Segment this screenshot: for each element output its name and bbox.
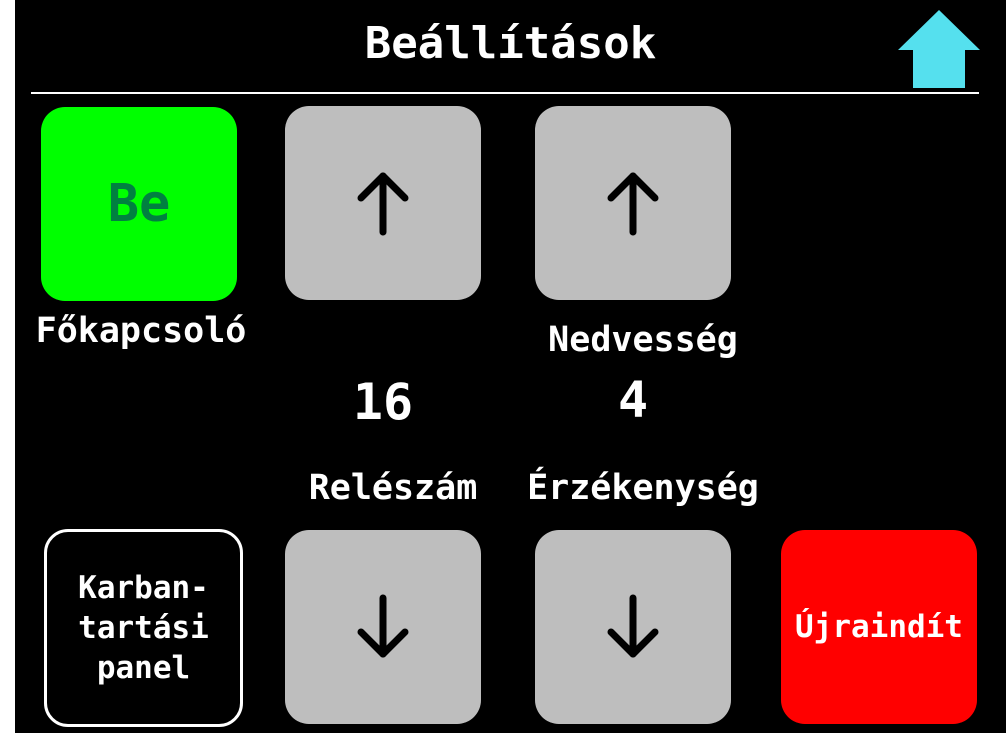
sensitivity-label: Érzékenység — [527, 468, 759, 508]
maintenance-panel-label: Karban- tartási panel — [78, 570, 209, 686]
restart-button[interactable]: Újraindít — [781, 530, 977, 724]
main-switch-button[interactable]: Be — [41, 107, 237, 301]
arrow-down-icon — [357, 594, 409, 658]
header-divider — [31, 92, 979, 94]
relay-count-label: Relészám — [308, 468, 478, 508]
home-up-arrow-icon — [898, 10, 980, 88]
arrow-up-icon — [607, 172, 659, 236]
settings-screen: Beállítások Be Főkapcsoló 16 Relészám Ne… — [15, 0, 1006, 733]
main-switch-label: Főkapcsoló — [35, 311, 247, 351]
maintenance-panel-button[interactable]: Karban- tartási panel — [44, 529, 243, 727]
humidity-label: Nedvesség — [548, 320, 738, 360]
home-button[interactable] — [896, 8, 982, 90]
page-title: Beállítások — [364, 18, 657, 69]
restart-label: Újraindít — [795, 609, 963, 645]
arrow-up-icon — [357, 172, 409, 236]
relay-decrease-button[interactable] — [285, 530, 481, 724]
humidity-decrease-button[interactable] — [535, 530, 731, 724]
relay-count-value: 16 — [352, 373, 414, 431]
humidity-increase-button[interactable] — [535, 106, 731, 300]
main-switch-state: Be — [107, 174, 171, 234]
relay-increase-button[interactable] — [285, 106, 481, 300]
humidity-sensitivity-value: 4 — [617, 371, 649, 429]
arrow-down-icon — [607, 594, 659, 658]
